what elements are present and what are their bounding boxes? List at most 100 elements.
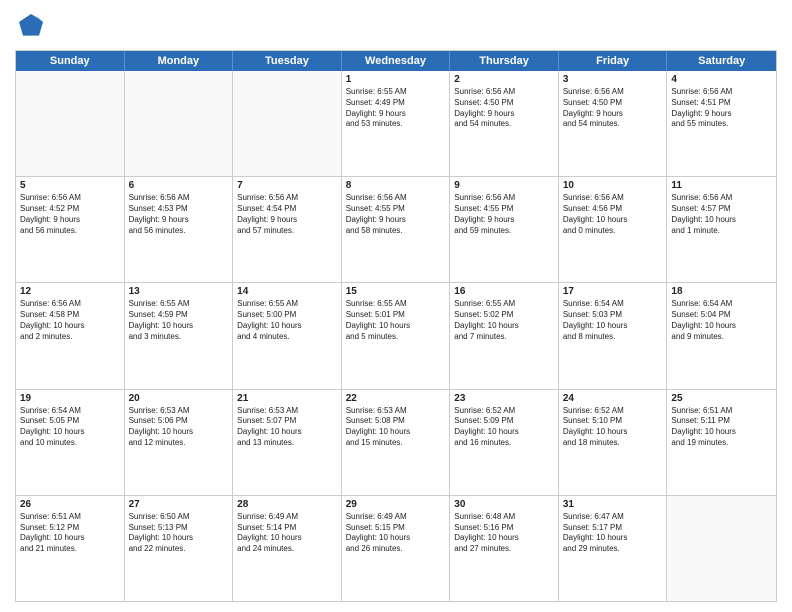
calendar-cell: 6 Sunrise: 6:56 AM Sunset: 4:53 PM Daylig… <box>125 177 234 282</box>
day-info: Sunrise: 6:48 AM Sunset: 5:16 PM Dayligh… <box>454 512 554 555</box>
day-number: 10 <box>563 180 663 191</box>
logo-icon <box>15 10 47 42</box>
calendar-cell: 23 Sunrise: 6:52 AM Sunset: 5:09 PM Dayli… <box>450 390 559 495</box>
calendar-cell: 16 Sunrise: 6:55 AM Sunset: 5:02 PM Dayli… <box>450 283 559 388</box>
day-info: Sunrise: 6:49 AM Sunset: 5:15 PM Dayligh… <box>346 512 446 555</box>
day-info: Sunrise: 6:56 AM Sunset: 4:56 PM Dayligh… <box>563 193 663 236</box>
day-number: 24 <box>563 393 663 404</box>
day-info: Sunrise: 6:56 AM Sunset: 4:55 PM Dayligh… <box>346 193 446 236</box>
calendar-cell: 31Sunrise: 6:47 AM Sunset: 5:17 PM Dayli… <box>559 496 668 601</box>
day-info: Sunrise: 6:54 AM Sunset: 5:03 PM Dayligh… <box>563 299 663 342</box>
day-info: Sunrise: 6:51 AM Sunset: 5:12 PM Dayligh… <box>20 512 120 555</box>
calendar-body: 1Sunrise: 6:55 AM Sunset: 4:49 PM Daylig… <box>16 71 776 601</box>
calendar-cell: 27Sunrise: 6:50 AM Sunset: 5:13 PM Dayli… <box>125 496 234 601</box>
calendar-cell: 2 Sunrise: 6:56 AM Sunset: 4:50 PM Daylig… <box>450 71 559 176</box>
day-number: 9 <box>454 180 554 191</box>
day-info: Sunrise: 6:52 AM Sunset: 5:09 PM Dayligh… <box>454 406 554 449</box>
day-number: 7 <box>237 180 337 191</box>
calendar-cell: 29 Sunrise: 6:49 AM Sunset: 5:15 PM Dayli… <box>342 496 451 601</box>
calendar-cell: 22 Sunrise: 6:53 AM Sunset: 5:08 PM Dayli… <box>342 390 451 495</box>
calendar-cell <box>233 71 342 176</box>
calendar-cell: 19Sunrise: 6:54 AM Sunset: 5:05 PM Dayli… <box>16 390 125 495</box>
day-number: 11 <box>671 180 772 191</box>
calendar-row: 12 Sunrise: 6:56 AM Sunset: 4:58 PM Dayli… <box>16 282 776 388</box>
day-info: Sunrise: 6:55 AM Sunset: 4:59 PM Dayligh… <box>129 299 229 342</box>
day-info: Sunrise: 6:53 AM Sunset: 5:07 PM Dayligh… <box>237 406 337 449</box>
day-number: 1 <box>346 74 446 85</box>
calendar-cell <box>16 71 125 176</box>
day-number: 16 <box>454 286 554 297</box>
day-info: Sunrise: 6:56 AM Sunset: 4:54 PM Dayligh… <box>237 193 337 236</box>
day-info: Sunrise: 6:51 AM Sunset: 5:11 PM Dayligh… <box>671 406 772 449</box>
day-number: 23 <box>454 393 554 404</box>
day-number: 2 <box>454 74 554 85</box>
day-number: 22 <box>346 393 446 404</box>
calendar-cell: 8 Sunrise: 6:56 AM Sunset: 4:55 PM Daylig… <box>342 177 451 282</box>
day-info: Sunrise: 6:56 AM Sunset: 4:55 PM Dayligh… <box>454 193 554 236</box>
day-info: Sunrise: 6:56 AM Sunset: 4:53 PM Dayligh… <box>129 193 229 236</box>
day-info: Sunrise: 6:50 AM Sunset: 5:13 PM Dayligh… <box>129 512 229 555</box>
day-number: 15 <box>346 286 446 297</box>
calendar-cell: 10 Sunrise: 6:56 AM Sunset: 4:56 PM Dayli… <box>559 177 668 282</box>
calendar-cell: 18Sunrise: 6:54 AM Sunset: 5:04 PM Dayli… <box>667 283 776 388</box>
day-info: Sunrise: 6:49 AM Sunset: 5:14 PM Dayligh… <box>237 512 337 555</box>
day-info: Sunrise: 6:47 AM Sunset: 5:17 PM Dayligh… <box>563 512 663 555</box>
day-number: 28 <box>237 499 337 510</box>
day-number: 14 <box>237 286 337 297</box>
day-number: 30 <box>454 499 554 510</box>
day-number: 29 <box>346 499 446 510</box>
day-info: Sunrise: 6:55 AM Sunset: 5:02 PM Dayligh… <box>454 299 554 342</box>
day-info: Sunrise: 6:54 AM Sunset: 5:05 PM Dayligh… <box>20 406 120 449</box>
calendar-cell: 17Sunrise: 6:54 AM Sunset: 5:03 PM Dayli… <box>559 283 668 388</box>
day-number: 13 <box>129 286 229 297</box>
day-number: 3 <box>563 74 663 85</box>
day-info: Sunrise: 6:53 AM Sunset: 5:06 PM Dayligh… <box>129 406 229 449</box>
day-info: Sunrise: 6:55 AM Sunset: 5:00 PM Dayligh… <box>237 299 337 342</box>
day-info: Sunrise: 6:56 AM Sunset: 4:58 PM Dayligh… <box>20 299 120 342</box>
day-info: Sunrise: 6:55 AM Sunset: 5:01 PM Dayligh… <box>346 299 446 342</box>
weekday-header: Monday <box>125 51 234 71</box>
day-info: Sunrise: 6:56 AM Sunset: 4:57 PM Dayligh… <box>671 193 772 236</box>
day-info: Sunrise: 6:53 AM Sunset: 5:08 PM Dayligh… <box>346 406 446 449</box>
weekday-header: Thursday <box>450 51 559 71</box>
calendar-cell: 12 Sunrise: 6:56 AM Sunset: 4:58 PM Dayli… <box>16 283 125 388</box>
weekday-header: Sunday <box>16 51 125 71</box>
calendar-cell: 7 Sunrise: 6:56 AM Sunset: 4:54 PM Daylig… <box>233 177 342 282</box>
calendar-cell: 9 Sunrise: 6:56 AM Sunset: 4:55 PM Daylig… <box>450 177 559 282</box>
calendar-cell: 15 Sunrise: 6:55 AM Sunset: 5:01 PM Dayli… <box>342 283 451 388</box>
calendar-cell: 30 Sunrise: 6:48 AM Sunset: 5:16 PM Dayli… <box>450 496 559 601</box>
day-number: 6 <box>129 180 229 191</box>
weekday-header: Friday <box>559 51 668 71</box>
calendar-cell: 26 Sunrise: 6:51 AM Sunset: 5:12 PM Dayli… <box>16 496 125 601</box>
calendar-row: 19Sunrise: 6:54 AM Sunset: 5:05 PM Dayli… <box>16 389 776 495</box>
day-number: 21 <box>237 393 337 404</box>
calendar-cell: 14 Sunrise: 6:55 AM Sunset: 5:00 PM Dayli… <box>233 283 342 388</box>
day-number: 12 <box>20 286 120 297</box>
day-info: Sunrise: 6:54 AM Sunset: 5:04 PM Dayligh… <box>671 299 772 342</box>
calendar-row: 5Sunrise: 6:56 AM Sunset: 4:52 PM Daylig… <box>16 176 776 282</box>
calendar-cell: 21 Sunrise: 6:53 AM Sunset: 5:07 PM Dayli… <box>233 390 342 495</box>
day-number: 20 <box>129 393 229 404</box>
day-number: 8 <box>346 180 446 191</box>
calendar-cell: 20 Sunrise: 6:53 AM Sunset: 5:06 PM Dayli… <box>125 390 234 495</box>
logo <box>15 10 51 42</box>
day-info: Sunrise: 6:56 AM Sunset: 4:50 PM Dayligh… <box>454 87 554 130</box>
calendar-cell <box>667 496 776 601</box>
weekday-header: Tuesday <box>233 51 342 71</box>
calendar: SundayMondayTuesdayWednesdayThursdayFrid… <box>15 50 777 602</box>
day-number: 5 <box>20 180 120 191</box>
calendar-cell: 13 Sunrise: 6:55 AM Sunset: 4:59 PM Dayli… <box>125 283 234 388</box>
calendar-cell: 24Sunrise: 6:52 AM Sunset: 5:10 PM Dayli… <box>559 390 668 495</box>
calendar-cell: 5Sunrise: 6:56 AM Sunset: 4:52 PM Daylig… <box>16 177 125 282</box>
calendar-cell: 3 Sunrise: 6:56 AM Sunset: 4:50 PM Daylig… <box>559 71 668 176</box>
calendar-cell: 4Sunrise: 6:56 AM Sunset: 4:51 PM Daylig… <box>667 71 776 176</box>
day-info: Sunrise: 6:56 AM Sunset: 4:50 PM Dayligh… <box>563 87 663 130</box>
calendar-cell: 28 Sunrise: 6:49 AM Sunset: 5:14 PM Dayli… <box>233 496 342 601</box>
calendar-cell: 25 Sunrise: 6:51 AM Sunset: 5:11 PM Dayli… <box>667 390 776 495</box>
weekday-header: Wednesday <box>342 51 451 71</box>
calendar-header: SundayMondayTuesdayWednesdayThursdayFrid… <box>16 51 776 71</box>
calendar-cell <box>125 71 234 176</box>
day-number: 26 <box>20 499 120 510</box>
day-number: 4 <box>671 74 772 85</box>
day-number: 25 <box>671 393 772 404</box>
